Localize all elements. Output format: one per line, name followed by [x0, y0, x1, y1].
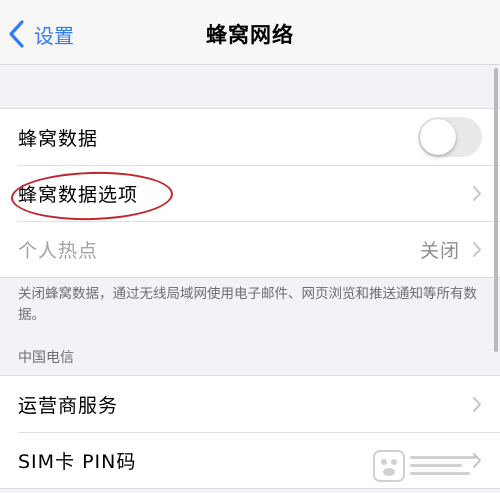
- chevron-right-icon: [473, 241, 481, 257]
- sim-pin-row[interactable]: SIM卡 PIN码: [0, 432, 500, 488]
- sim-pin-label: SIM卡 PIN码: [18, 450, 137, 473]
- personal-hotspot-label: 个人热点: [18, 239, 99, 262]
- page-title: 蜂窝网络: [206, 23, 294, 47]
- cellular-data-footnote: 关闭蜂窝数据，通过无线局域网使用电子邮件、网页浏览和推送通知等所有数据。: [18, 286, 477, 323]
- cellular-data-options-label: 蜂窝数据选项: [18, 183, 139, 206]
- toggle-knob: [420, 119, 456, 155]
- cellular-data-toggle[interactable]: [418, 117, 482, 157]
- scrollbar[interactable]: [494, 68, 498, 352]
- carrier-settings-group: 运营商服务 SIM卡 PIN码: [0, 375, 500, 489]
- carrier-services-label: 运营商服务: [18, 394, 119, 417]
- chevron-right-icon: [473, 396, 481, 412]
- cellular-data-label: 蜂窝数据: [18, 127, 99, 150]
- cellular-settings-group: 蜂窝数据 蜂窝数据选项 个人热点 关闭: [0, 108, 500, 278]
- navigation-bar: 设置 蜂窝网络: [0, 0, 500, 65]
- cellular-data-row: 蜂窝数据: [0, 109, 500, 165]
- cellular-data-options-row[interactable]: 蜂窝数据选项: [0, 165, 500, 221]
- carrier-services-row[interactable]: 运营商服务: [0, 376, 500, 432]
- chevron-right-icon: [473, 452, 481, 468]
- carrier-section-header: 中国电信: [18, 350, 74, 366]
- personal-hotspot-row[interactable]: 个人热点 关闭: [0, 221, 500, 277]
- chevron-right-icon: [473, 185, 481, 201]
- personal-hotspot-value: 关闭: [419, 239, 460, 262]
